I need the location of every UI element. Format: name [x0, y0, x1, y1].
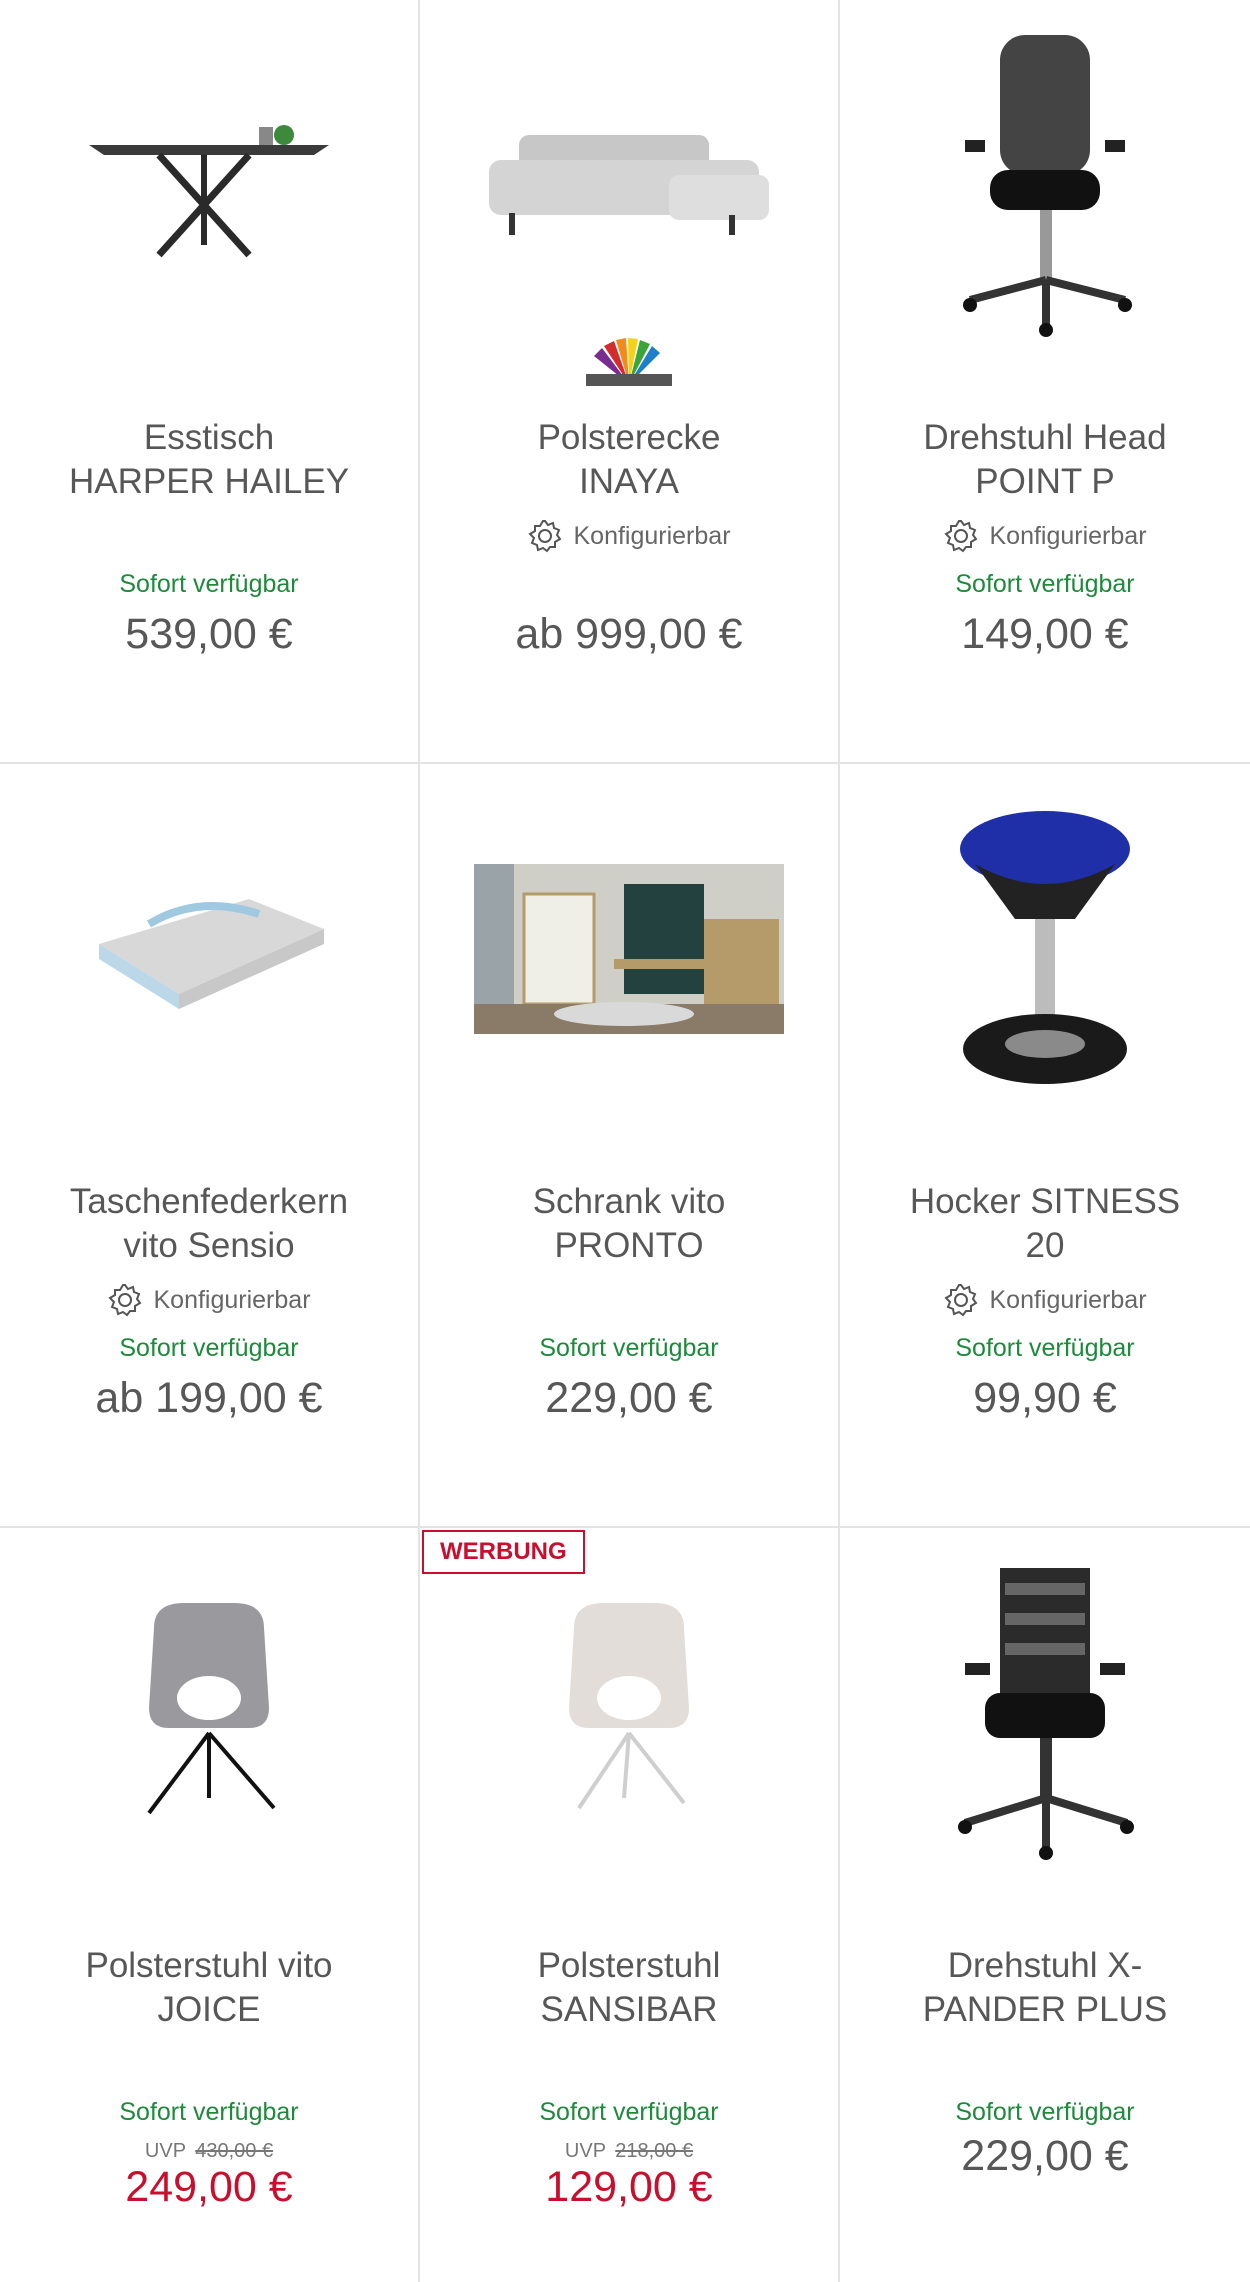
uvp-old-price: 430,00 €: [195, 2140, 274, 2162]
configurable-label: Konfigurierbar: [840, 518, 1250, 554]
uvp-line: UVP 218,00 €: [420, 2140, 838, 2163]
price: 539,00 €: [125, 610, 293, 658]
product-card-hocker[interactable]: Hocker SITNESS 20 Konfigurierbar Sofort …: [840, 764, 1250, 1526]
configurable-label: Konfigurierbar: [0, 1282, 418, 1318]
product-card-esstisch[interactable]: Esstisch HARPER HAILEY Sofort verfügbar …: [0, 0, 418, 762]
configurable-label: Konfigurierbar: [420, 518, 838, 554]
gear-icon: [944, 520, 978, 553]
product-title[interactable]: Schrank vito PRONTO: [440, 1180, 818, 1268]
availability-label: Sofort verfügbar: [119, 570, 299, 598]
price-block: UVP 218,00 € 129,00 €: [420, 2140, 838, 2212]
configurable-text: Konfigurierbar: [989, 1285, 1147, 1314]
price: 99,90 €: [973, 1374, 1117, 1422]
uvp-old-price: 218,00 €: [615, 2140, 694, 2162]
product-card-drehstuhl-xpander[interactable]: Drehstuhl X- PANDER PLUS Sofort verfügba…: [840, 1528, 1250, 2282]
uvp-label: UVP: [144, 2140, 186, 2162]
product-card-drehstuhl-head[interactable]: Drehstuhl Head POINT P Konfigurierbar So…: [840, 0, 1250, 762]
availability-label: Sofort verfügbar: [955, 2098, 1135, 2126]
availability-label: Sofort verfügbar: [955, 1334, 1135, 1362]
product-card-polsterstuhl-sansibar[interactable]: WERBUNG Polsterstuhl SANSIBAR Sofort ver…: [420, 1528, 838, 2282]
product-image[interactable]: [420, 784, 838, 1114]
product-title[interactable]: Taschenfederkern vito Sensio: [20, 1180, 398, 1268]
product-image[interactable]: [0, 20, 418, 350]
dining-chair-image: [569, 1603, 689, 1810]
product-title[interactable]: Esstisch HARPER HAILEY: [20, 416, 398, 504]
product-image[interactable]: [420, 1548, 838, 1878]
product-image[interactable]: [0, 1548, 418, 1878]
configurable-text: Konfigurierbar: [573, 521, 731, 550]
stool-image: [960, 811, 1130, 1084]
uvp-label: UVP: [564, 2140, 606, 2162]
gear-icon: [108, 1284, 142, 1317]
configurable-text: Konfigurierbar: [989, 521, 1147, 550]
dining-table-image: [89, 125, 329, 258]
sale-price: 129,00 €: [545, 2163, 713, 2211]
corner-sofa-image: [489, 135, 769, 235]
product-card-polsterstuhl-joice[interactable]: Polsterstuhl vito JOICE Sofort verfügbar…: [0, 1528, 418, 2282]
product-image[interactable]: [420, 20, 838, 350]
dining-chair-image: [147, 1603, 276, 1815]
gear-icon: [944, 1284, 978, 1317]
product-title[interactable]: Drehstuhl X- PANDER PLUS: [860, 1944, 1230, 2032]
gear-icon: [528, 520, 562, 553]
product-image[interactable]: [840, 20, 1250, 350]
availability-label: Sofort verfügbar: [539, 1334, 719, 1362]
availability-label: Sofort verfügbar: [955, 570, 1135, 598]
availability-label: Sofort verfügbar: [539, 2098, 719, 2126]
configurable-label: Konfigurierbar: [840, 1282, 1250, 1318]
product-title[interactable]: Polsterstuhl SANSIBAR: [440, 1944, 818, 2032]
price-block: UVP 430,00 € 249,00 €: [0, 2140, 418, 2212]
product-grid: Esstisch HARPER HAILEY Sofort verfügbar …: [0, 0, 1250, 2282]
office-chair-image: [958, 1568, 1134, 1860]
product-title[interactable]: Hocker SITNESS 20: [860, 1180, 1230, 1268]
uvp-line: UVP 430,00 €: [0, 2140, 418, 2163]
product-image[interactable]: [840, 784, 1250, 1114]
office-chair-image: [963, 35, 1132, 337]
price: ab 999,00 €: [515, 610, 743, 658]
price: 229,00 €: [961, 2132, 1129, 2180]
product-title[interactable]: Drehstuhl Head POINT P: [860, 416, 1230, 504]
office-room-image: [474, 864, 784, 1034]
product-title[interactable]: Polsterstuhl vito JOICE: [20, 1944, 398, 2032]
product-image[interactable]: [0, 784, 418, 1114]
color-fan-icon: [420, 338, 838, 386]
product-card-schrank[interactable]: Schrank vito PRONTO Sofort verfügbar 229…: [420, 764, 838, 1526]
price: ab 199,00 €: [95, 1374, 323, 1422]
product-card-taschenfederkern[interactable]: Taschenfederkern vito Sensio Konfigurier…: [0, 764, 418, 1526]
configurable-text: Konfigurierbar: [153, 1285, 311, 1314]
availability-label: Sofort verfügbar: [119, 2098, 299, 2126]
product-card-polsterecke[interactable]: Polsterecke INAYA Konfigurierbar ab 999,…: [420, 0, 838, 762]
product-title[interactable]: Polsterecke INAYA: [440, 416, 818, 504]
product-image[interactable]: [840, 1548, 1250, 1878]
price: 149,00 €: [961, 610, 1129, 658]
availability-label: Sofort verfügbar: [119, 1334, 299, 1362]
sale-price: 249,00 €: [125, 2163, 293, 2211]
price: 229,00 €: [545, 1374, 713, 1422]
mattress-image: [99, 899, 324, 1009]
